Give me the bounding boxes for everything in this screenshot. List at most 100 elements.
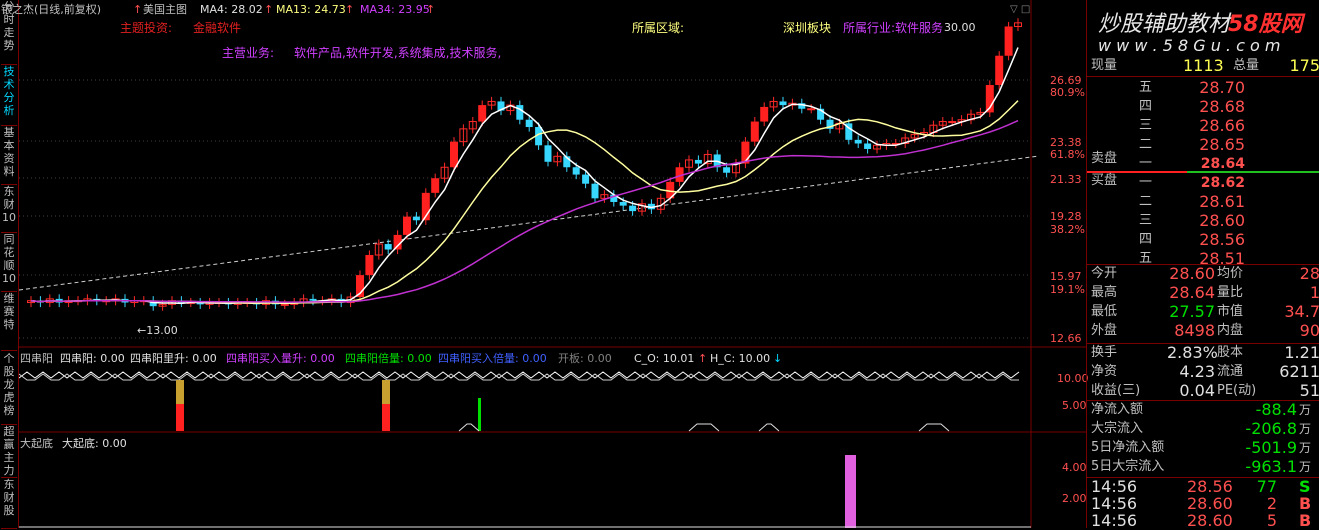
ma4-value: MA4: 28.02 — [200, 3, 263, 16]
industry-value: 所属行业:软件服务 — [843, 21, 944, 35]
flow-label: 5日大宗流入 — [1091, 459, 1165, 474]
candle-body — [854, 139, 862, 144]
stat-row: 最高 28.64 量比 1 — [1087, 284, 1319, 302]
flow-value: -88.4 — [1255, 400, 1297, 419]
flow-row: 大宗流入 -206.8 万 — [1087, 420, 1319, 438]
stat-value: 8498 — [1174, 321, 1215, 340]
price-axis-label: 61.8% — [1050, 148, 1085, 161]
side-tab-8[interactable]: 东财股 — [1, 478, 17, 529]
quote-panel: 现量 1113 总量 175 五 28.70 四 28.68 三 28.66 二 28.65 一 28.6… — [1086, 0, 1319, 530]
stat2-value: 6211 — [1279, 362, 1319, 381]
business-label: 主营业务: — [222, 46, 275, 60]
price-axis-label: 15.97 — [1050, 270, 1082, 283]
ma34-value: MA34: 23.95 — [360, 3, 430, 16]
sub2-axis-4: 4.00 — [1062, 461, 1087, 474]
flow-value: -501.9 — [1245, 438, 1297, 457]
stat-label: 内盘 — [1217, 323, 1244, 338]
bid-row[interactable]: 一 28.62 — [1087, 174, 1319, 192]
stat2-label: PE(动) — [1217, 383, 1257, 398]
price-axis-label: 80.9% — [1050, 86, 1085, 99]
side-tab-1[interactable]: 技术分析 — [1, 65, 17, 126]
ask-row[interactable]: 三 28.66 — [1087, 117, 1319, 135]
sub1-axis-10: 10.00 — [1057, 372, 1089, 385]
ask-price: 28.66 — [1199, 116, 1245, 135]
candle-body — [431, 178, 440, 193]
bid-row[interactable]: 四 28.56 — [1087, 231, 1319, 249]
ask-price: 28.68 — [1199, 97, 1245, 116]
candle-body — [450, 141, 458, 168]
ask-row[interactable]: 五 28.70 — [1087, 79, 1319, 97]
window-buttons-icon[interactable]: ▽ □ — [1010, 3, 1030, 16]
sub1-v3: 四串阳买入量升: 0.00 — [226, 352, 335, 365]
flow-value: -206.8 — [1245, 419, 1297, 438]
sub1-bump — [688, 423, 720, 432]
sub1-v6: 开板: 0.00 — [558, 352, 612, 365]
candle-body — [807, 108, 816, 111]
signal-bar — [478, 398, 481, 431]
ask-row[interactable]: 四 28.68 — [1087, 98, 1319, 116]
candle-body — [1004, 26, 1013, 56]
stat2-value: 51 — [1299, 381, 1319, 400]
side-tab-bar: 分时走势 技术分析 基本资料 东财10 同花顺10 维赛特 个股龙虎榜 超赢主力 东财股 — [0, 0, 19, 529]
sub1-v4: 四串阳倍量: 0.00 — [345, 352, 432, 365]
flow-label: 大宗流入 — [1091, 421, 1144, 436]
side-tab-4[interactable]: 同花顺10 — [1, 233, 17, 292]
candle-body — [779, 101, 787, 106]
tick-volume: 5 — [1266, 511, 1277, 530]
ask-level: 五 — [1139, 80, 1153, 95]
candle-body — [591, 183, 599, 199]
sub1-v5: 四串阳买入倍量: 0.00 — [438, 352, 547, 365]
price-axis-label: 12.66 — [1050, 332, 1082, 345]
kline-chart[interactable]: ←13.00 — [19, 0, 1086, 528]
side-tab-3[interactable]: 东财10 — [1, 185, 17, 233]
stat-label: 今开 — [1091, 266, 1118, 281]
side-tab-2[interactable]: 基本资料 — [1, 126, 17, 185]
stat2-row: 收益(三) 0.04 PE(动) 51 — [1087, 382, 1319, 400]
sub1-name[interactable]: 四串阳 — [20, 352, 53, 365]
business-value: 软件产品,软件开发,系统集成,技术服务, — [294, 46, 502, 60]
stat-value: 28.64 — [1169, 283, 1215, 302]
flow-row: 5日净流入额 -501.9 万 — [1087, 439, 1319, 457]
up-arrow-icon: ↑ — [345, 3, 355, 16]
stat2-value: 4.23 — [1179, 362, 1215, 381]
down-arrow-icon: ↓ — [773, 352, 783, 365]
bid-row[interactable]: 二 28.61 — [1087, 193, 1319, 211]
candle-body — [280, 303, 289, 306]
price-axis-label: 21.33 — [1050, 173, 1082, 186]
ma13-value: MA13: 24.73 — [276, 3, 346, 16]
flow-unit: 万 — [1299, 460, 1312, 474]
signal-bar — [176, 380, 184, 404]
candle-body — [412, 216, 420, 221]
bid-row[interactable]: 三 28.60 — [1087, 212, 1319, 230]
stat2-value: 1.21 — [1284, 343, 1319, 362]
candle-body — [948, 121, 957, 124]
stat-label: 最低 — [1091, 304, 1118, 319]
flow-label: 净流入额 — [1091, 402, 1144, 417]
stat2-label: 收益(三) — [1091, 383, 1141, 398]
up-arrow-icon: ↑ — [133, 3, 143, 16]
stat2-label: 换手 — [1091, 345, 1118, 360]
side-tab-5[interactable]: 维赛特 — [1, 292, 17, 351]
candle-body — [694, 159, 702, 164]
side-tab-7[interactable]: 超赢主力 — [1, 425, 17, 478]
bid-price: 28.56 — [1199, 230, 1245, 249]
bid-price: 28.61 — [1199, 192, 1245, 211]
stat-value: 90 — [1299, 321, 1319, 340]
price-axis-label: 19.28 — [1050, 210, 1082, 223]
flow-label: 5日净流入额 — [1091, 440, 1165, 455]
indicator-name[interactable]: 美国主图 — [143, 3, 187, 16]
side-tab-6[interactable]: 个股龙虎榜 — [1, 352, 17, 425]
candle-body — [582, 174, 590, 184]
signal-bar — [382, 380, 390, 404]
candle-body — [629, 205, 637, 212]
bid-price: 28.62 — [1200, 175, 1245, 191]
sub2-name[interactable]: 大起底 — [20, 437, 53, 450]
flow-unit: 万 — [1299, 441, 1312, 455]
up-arrow-icon: ↑ — [698, 352, 708, 365]
ask-level: 四 — [1139, 99, 1153, 114]
sub1-v7: C_O: 10.01 — [634, 352, 695, 365]
candle-body — [544, 145, 552, 162]
tick-row: 14:56 28.60 5 B — [1087, 512, 1319, 530]
up-arrow-icon: ↑ — [264, 3, 274, 16]
stat2-value: 2.83% — [1167, 343, 1218, 362]
